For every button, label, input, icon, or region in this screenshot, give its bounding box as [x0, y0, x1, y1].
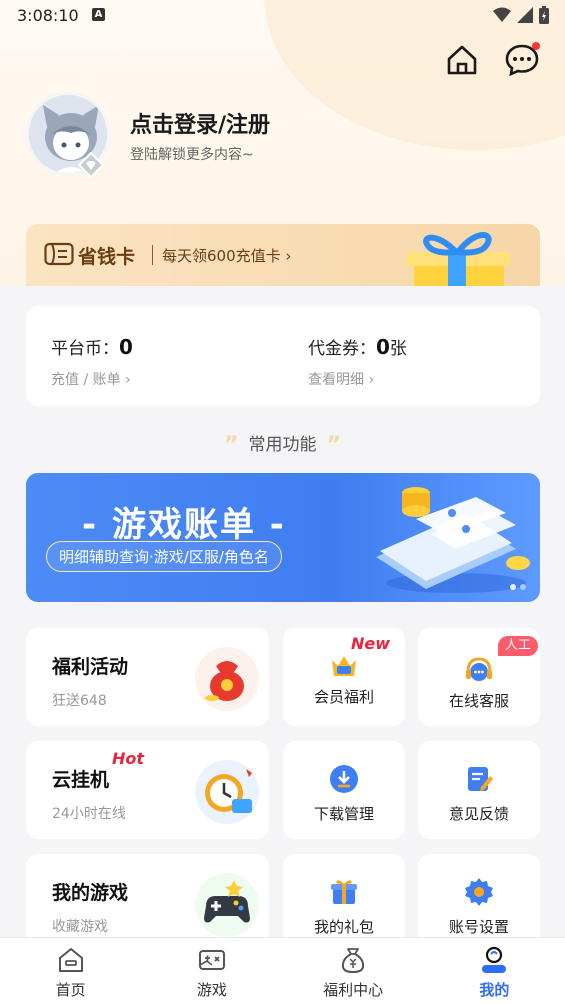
phone-bill-illustration-icon — [376, 487, 530, 593]
headset-icon — [466, 657, 492, 681]
battery-icon — [539, 6, 549, 24]
welfare-activity-card[interactable]: 福利活动 狂送648 — [26, 628, 269, 726]
cloud-hosting-subtitle: 24小时在线 — [52, 806, 126, 822]
wallet-card: 平台币：0 充值 / 账单 › 代金券：0张 查看明细 › — [26, 306, 540, 406]
my-games-title: 我的游戏 — [52, 882, 129, 904]
user-tab-icon — [482, 946, 507, 973]
view-details-link[interactable]: 查看明细 › — [308, 369, 407, 389]
platform-coin-value: 0 — [119, 335, 133, 359]
download-icon — [330, 765, 358, 793]
cloud-hosting-card[interactable]: Hot 云挂机 24小时在线 — [26, 741, 269, 839]
gift-icon — [331, 880, 357, 904]
login-register-link[interactable]: 点击登录/注册 — [130, 107, 270, 139]
gift-box-icon — [406, 232, 510, 286]
clock-24h-icon — [195, 760, 259, 824]
nav-label-welfare-center: 福利中心 — [323, 981, 384, 999]
hot-tag: Hot — [112, 749, 145, 768]
my-gift-pack-label: 我的礼包 — [313, 918, 374, 936]
account-settings-label: 账号设置 — [448, 918, 509, 936]
vip-crown-icon — [332, 656, 356, 676]
section-title: ” 常用功能” — [224, 433, 341, 458]
nav-item-welfare-center[interactable]: 福利中心 — [283, 938, 424, 1004]
welfare-activity-title: 福利活动 — [52, 656, 129, 678]
voucher-block[interactable]: 代金券：0张 查看明细 › — [308, 334, 407, 389]
platform-coin-block[interactable]: 平台币：0 充值 / 账单 › — [51, 334, 133, 389]
nav-item-mine[interactable]: 我的 — [424, 938, 565, 1004]
human-agent-tag: 人工 — [498, 636, 539, 656]
nav-label-home: 首页 — [55, 981, 86, 999]
feedback-edit-icon — [468, 767, 493, 791]
online-service-card[interactable]: 人工 在线客服 — [418, 628, 540, 726]
voucher-label: 代金券： — [308, 339, 376, 359]
gamepad-icon — [195, 873, 259, 937]
quote-decoration-icon: ” — [326, 433, 341, 458]
saving-card-subtitle: 每天领600充值卡 › — [162, 247, 292, 265]
lucky-bag-icon — [195, 647, 259, 711]
my-games-subtitle: 收藏游戏 — [52, 919, 108, 935]
online-service-label: 在线客服 — [448, 692, 509, 710]
login-subtitle: 登陆解锁更多内容~ — [130, 147, 254, 163]
nav-item-games[interactable]: 游戏 — [141, 938, 282, 1004]
chevron-right-icon: › — [368, 372, 375, 388]
home-button[interactable] — [444, 42, 480, 78]
banner-title: - 游戏账单 - — [82, 505, 286, 545]
signal-icon — [517, 7, 533, 23]
saving-card-banner[interactable]: 省钱卡 每天领600充值卡 › — [26, 224, 540, 286]
voucher-unit: 张 — [389, 339, 407, 359]
bottom-navigation: 首页 游戏 福利中心 我的 — [0, 937, 565, 1004]
my-games-card[interactable]: 我的游戏 收藏游戏 — [26, 854, 269, 950]
banner-subtitle: 明细辅助查询·游戏/区服/角色名 — [46, 541, 282, 572]
wifi-icon — [493, 7, 511, 22]
banner-pagination — [510, 584, 526, 590]
feedback-card[interactable]: 意见反馈 — [418, 741, 540, 839]
recharge-bill-link[interactable]: 充值 / 账单 › — [51, 369, 133, 389]
cloud-hosting-title: 云挂机 — [52, 769, 110, 791]
home-icon — [447, 45, 477, 75]
status-bar: 3:08:10 A — [0, 0, 565, 32]
vip-welfare-card[interactable]: New 会员福利 — [283, 628, 405, 726]
gear-icon — [465, 878, 493, 906]
unread-dot — [532, 42, 540, 50]
voucher-value: 0 — [376, 335, 390, 359]
message-button[interactable] — [504, 42, 540, 78]
nav-item-home[interactable]: 首页 — [0, 938, 141, 1004]
status-time: 3:08:10 — [17, 6, 79, 25]
card-icon — [44, 242, 74, 266]
vip-welfare-label: 会员福利 — [313, 688, 374, 706]
download-manager-card[interactable]: 下载管理 — [283, 741, 405, 839]
chevron-right-icon: › — [285, 247, 292, 265]
my-gift-pack-card[interactable]: 我的礼包 — [283, 854, 405, 950]
home-tab-icon — [58, 948, 83, 972]
chevron-right-icon: › — [125, 372, 131, 388]
money-bag-icon — [342, 948, 365, 974]
nav-label-games: 游戏 — [196, 981, 227, 999]
saving-card-title: 省钱卡 — [78, 246, 136, 268]
feedback-label: 意见反馈 — [448, 805, 509, 823]
game-tab-icon — [198, 950, 225, 970]
diamond-badge-icon — [78, 152, 104, 178]
account-settings-card[interactable]: 账号设置 — [418, 854, 540, 950]
divider — [152, 245, 153, 265]
notification-icon: A — [92, 8, 105, 21]
quote-decoration-icon: ” — [224, 433, 239, 458]
game-bill-banner[interactable]: - 游戏账单 - 明细辅助查询·游戏/区服/角色名 — [26, 473, 540, 602]
welfare-activity-subtitle: 狂送648 — [52, 693, 107, 709]
download-manager-label: 下载管理 — [313, 805, 374, 823]
nav-label-mine: 我的 — [479, 981, 510, 999]
platform-coin-label: 平台币： — [51, 339, 119, 359]
